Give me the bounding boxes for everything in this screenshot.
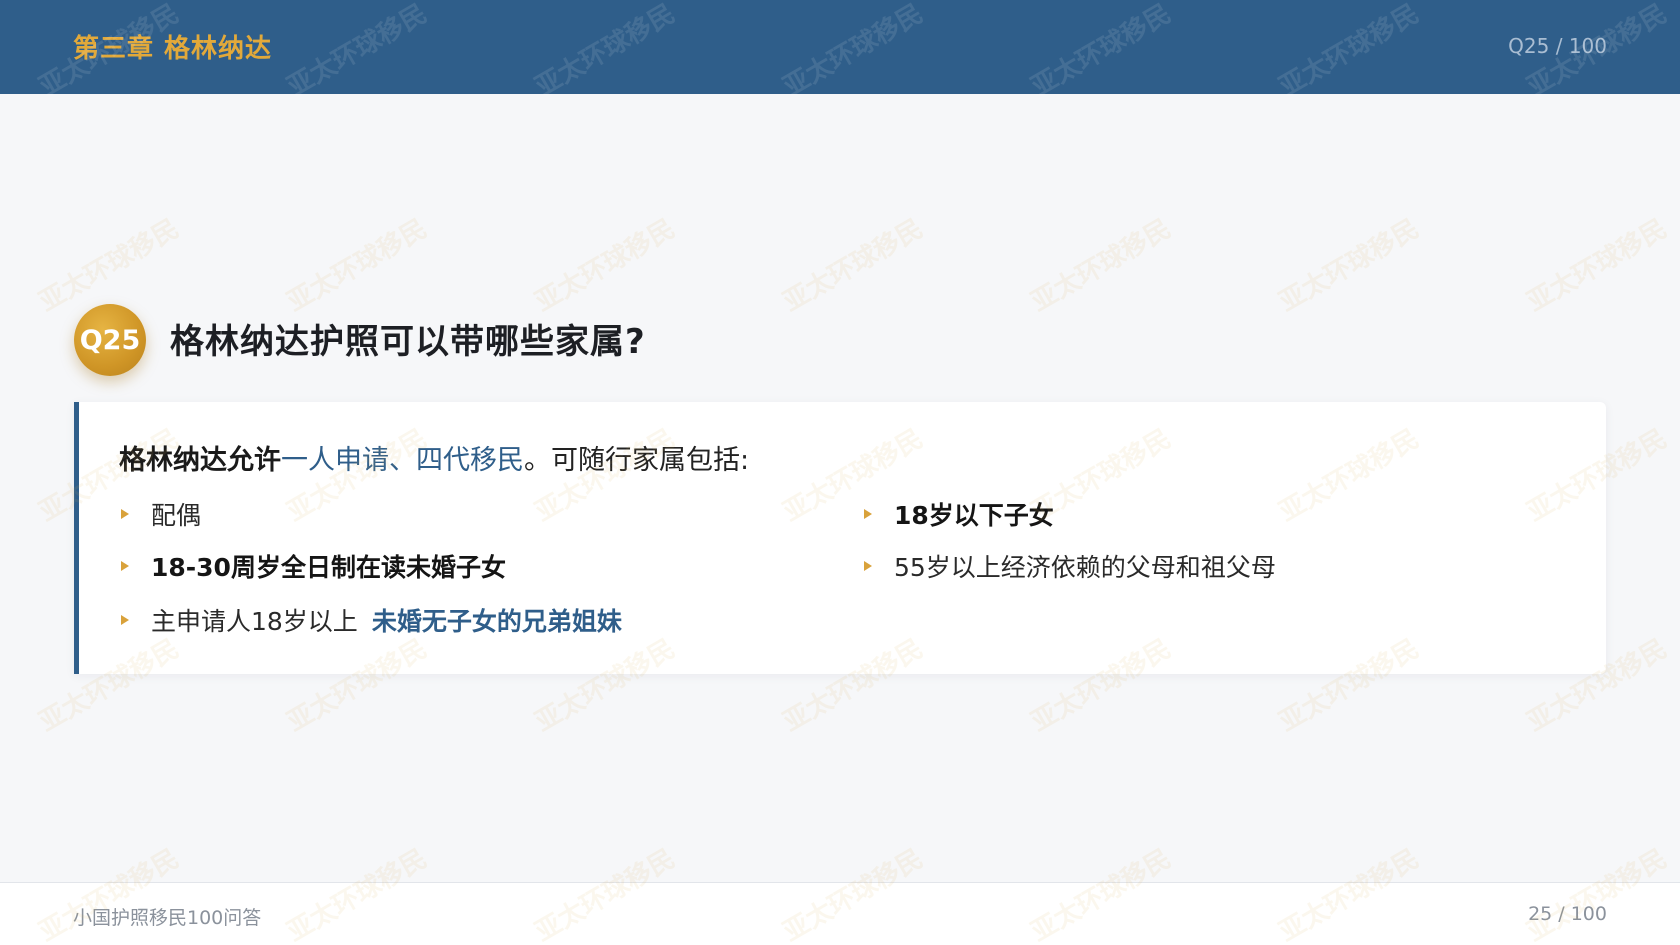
- bullet-arrow-icon: [121, 615, 129, 625]
- watermark-text: 亚太环球移民: [1274, 213, 1425, 318]
- watermark-text: 亚太环球移民: [282, 213, 433, 318]
- list-item-text: 18岁以下子女: [894, 501, 1054, 530]
- bullet-arrow-icon: [121, 509, 129, 519]
- intro-bold: 格林纳达允许: [119, 445, 281, 476]
- answer-intro: 格林纳达允许一人申请、四代移民。可随行家属包括:: [119, 438, 749, 477]
- watermark-text: 亚太环球移民: [34, 213, 185, 318]
- list-item-siblings: 主申请人18岁以上 未婚无子女的兄弟姐妹: [121, 602, 622, 638]
- bullet-arrow-icon: [864, 561, 872, 571]
- watermark-text: 亚太环球移民: [1522, 213, 1673, 318]
- list-item-text: 18-30周岁全日制在读未婚子女: [151, 553, 506, 582]
- bullet-arrow-icon: [121, 561, 129, 571]
- intro-rest: 。可随行家属包括:: [524, 445, 750, 476]
- footer-title: 小国护照移民100问答: [73, 907, 262, 929]
- question-badge: Q25: [74, 304, 146, 376]
- list-item-text: 主申请人18岁以上: [151, 607, 358, 636]
- question-title: 格林纳达护照可以带哪些家属?: [170, 322, 646, 362]
- chapter-title: 第三章 格林纳达: [73, 34, 273, 64]
- footer-bar: 小国护照移民100问答 25 / 100: [0, 882, 1680, 945]
- list-item-students: 18-30周岁全日制在读未婚子女: [121, 548, 506, 584]
- watermark-text: 亚太环球移民: [1026, 213, 1177, 318]
- list-item-minors: 18岁以下子女: [864, 496, 1054, 532]
- watermark-text: 亚太环球移民: [778, 213, 929, 318]
- intro-highlight: 一人申请、四代移民: [281, 445, 524, 476]
- question-index: Q25 / 100: [1508, 34, 1607, 58]
- list-item-text: 配偶: [151, 501, 202, 530]
- list-item-spouse: 配偶: [121, 496, 201, 532]
- list-item-text: 55岁以上经济依赖的父母和祖父母: [894, 553, 1276, 582]
- answer-card: 格林纳达允许一人申请、四代移民。可随行家属包括: 配偶 18-30周岁全日制在读…: [74, 402, 1606, 674]
- list-item-highlight: 未婚无子女的兄弟姐妹: [371, 607, 622, 636]
- footer-page-number: 25 / 100: [1528, 903, 1607, 925]
- header-bar: 第三章 格林纳达 Q25 / 100: [0, 0, 1680, 94]
- slide-page: 第三章 格林纳达 Q25 / 100 Q25 格林纳达护照可以带哪些家属? 格林…: [0, 0, 1680, 945]
- bullet-arrow-icon: [864, 509, 872, 519]
- list-item-parents: 55岁以上经济依赖的父母和祖父母: [864, 548, 1276, 584]
- watermark-text: 亚太环球移民: [530, 213, 681, 318]
